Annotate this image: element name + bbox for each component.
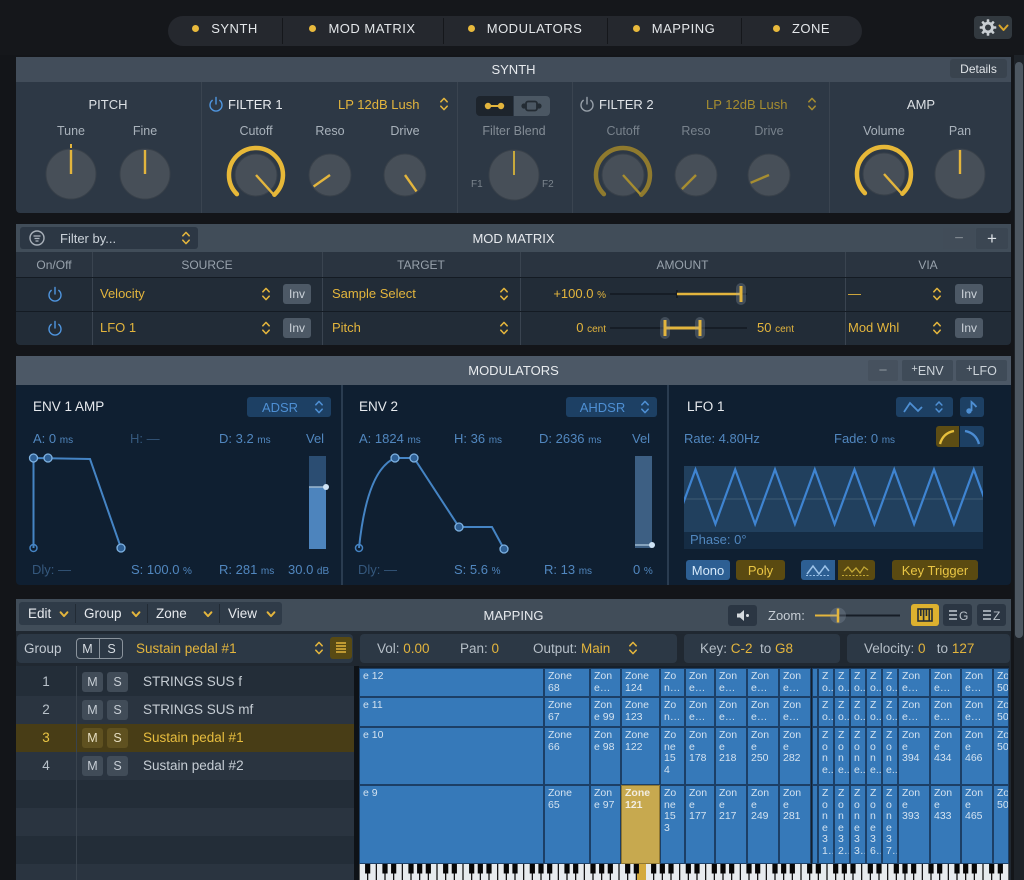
- svg-text:G: G: [959, 609, 968, 623]
- svg-text:Z: Z: [993, 609, 1000, 623]
